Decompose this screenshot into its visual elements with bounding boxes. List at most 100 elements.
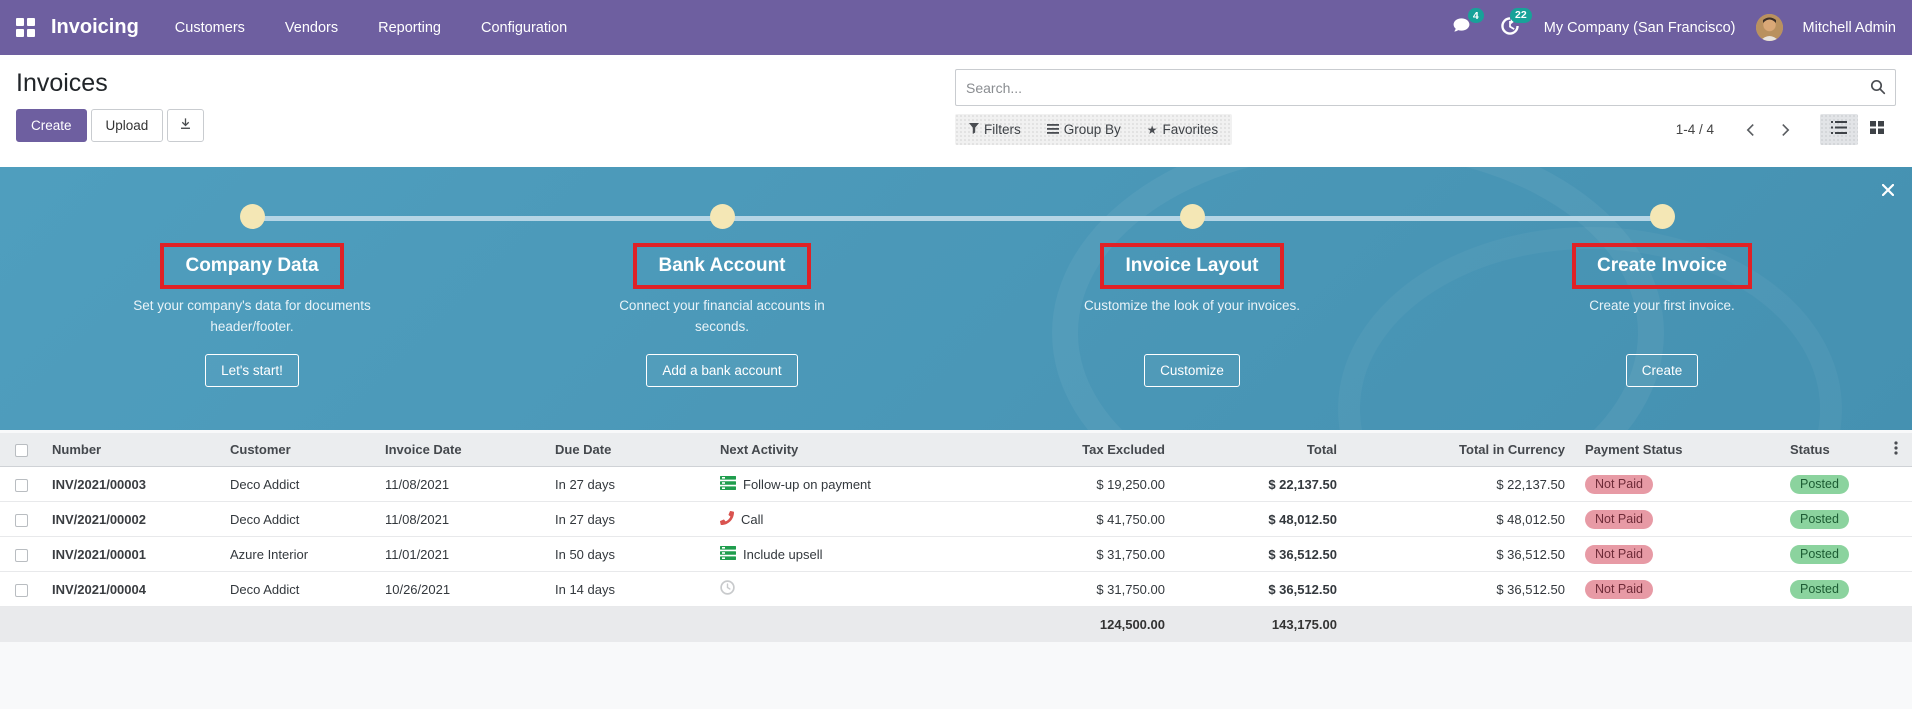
top-navbar: Invoicing Customers Vendors Reporting Confi… <box>0 0 1912 55</box>
step-action-button[interactable]: Customize <box>1144 354 1240 387</box>
vertical-dots-icon <box>1894 441 1898 458</box>
filters-button[interactable]: Filters <box>969 122 1021 137</box>
cell-tax-excluded: $ 31,750.00 <box>990 536 1175 572</box>
cell-next-activity: Call <box>710 501 990 537</box>
menu-configuration[interactable]: Configuration <box>479 14 569 42</box>
totals-row: 124,500.00 143,175.00 <box>0 606 1912 642</box>
app-name[interactable]: Invoicing <box>51 16 139 39</box>
status-badge: Posted <box>1790 579 1849 599</box>
select-all-checkbox[interactable] <box>14 444 28 458</box>
row-checkbox[interactable] <box>14 513 28 527</box>
list-view-icon <box>1831 120 1847 139</box>
pager-next-button[interactable] <box>1773 119 1798 141</box>
kanban-view-icon <box>1870 120 1884 139</box>
nav-menus: Customers Vendors Reporting Configuration <box>173 14 569 42</box>
cell-status: Posted <box>1780 571 1880 607</box>
cell-total-in-currency: $ 48,012.50 <box>1347 501 1575 537</box>
payment-status-badge: Not Paid <box>1585 474 1653 494</box>
menu-vendors[interactable]: Vendors <box>283 14 340 42</box>
column-header-payment-status[interactable]: Payment Status <box>1575 433 1780 467</box>
column-header-total-in-currency[interactable]: Total in Currency <box>1347 433 1575 467</box>
table-row[interactable]: INV/2021/00004 Deco Addict 10/26/2021 In 14… <box>0 571 1912 607</box>
cell-next-activity: Follow-up on payment <box>710 466 990 502</box>
activities-button[interactable]: 22 <box>1496 7 1532 44</box>
cell-customer: Azure Interior <box>220 536 375 572</box>
step-dot-icon <box>1179 204 1205 229</box>
favorites-button[interactable]: ★ Favorites <box>1147 122 1218 137</box>
step-dot-icon <box>239 204 265 229</box>
cell-number: INV/2021/00003 <box>42 466 220 502</box>
table-row[interactable]: INV/2021/00003 Deco Addict 11/08/2021 In 27… <box>0 466 1912 502</box>
user-avatar[interactable] <box>1755 14 1783 41</box>
search-icon[interactable] <box>1870 79 1886 100</box>
cell-invoice-date: 11/08/2021 <box>375 466 545 502</box>
phone-icon[interactable] <box>719 510 734 528</box>
menu-customers[interactable]: Customers <box>173 14 247 42</box>
cell-payment-status: Not Paid <box>1575 501 1780 537</box>
column-header-due-date[interactable]: Due Date <box>545 433 710 467</box>
cell-due-date: In 27 days <box>545 466 710 502</box>
status-badge: Posted <box>1790 544 1849 564</box>
create-button[interactable]: Create <box>16 109 87 142</box>
company-switcher[interactable]: My Company (San Francisco) <box>1544 20 1736 36</box>
step-subtitle: Create your first invoice. <box>1589 298 1735 313</box>
pager-previous-button[interactable] <box>1738 119 1763 141</box>
cell-invoice-date: 11/08/2021 <box>375 501 545 537</box>
export-button[interactable] <box>167 109 205 142</box>
upload-button[interactable]: Upload <box>90 109 164 142</box>
status-badge: Posted <box>1790 509 1849 529</box>
annotation-red-box: Invoice Layout <box>1100 243 1284 289</box>
star-icon: ★ <box>1146 122 1158 137</box>
row-checkbox[interactable] <box>14 583 28 597</box>
step-subtitle: Customize the look of your invoices. <box>1083 298 1301 313</box>
column-header-tax-excluded[interactable]: Tax Excluded <box>990 433 1175 467</box>
chat-bubble-icon <box>1451 18 1472 39</box>
cell-customer: Deco Addict <box>220 571 375 607</box>
group-by-button[interactable]: Group By <box>1046 122 1121 137</box>
status-badge: Posted <box>1790 474 1849 494</box>
step-action-button[interactable]: Let's start! <box>205 354 299 387</box>
annotation-red-box: Bank Account <box>633 243 811 289</box>
step-action-button[interactable]: Add a bank account <box>646 354 798 387</box>
user-menu[interactable]: Mitchell Admin <box>1803 20 1896 36</box>
group-by-bars-icon <box>1046 122 1059 137</box>
row-checkbox[interactable] <box>14 548 28 562</box>
list-view-button[interactable] <box>1820 114 1858 145</box>
onboarding-step: Bank Account Connect your financial accou… <box>487 204 957 387</box>
row-checkbox[interactable] <box>14 478 28 492</box>
activity-label: Call <box>741 511 764 527</box>
search-options-bar: Filters Group By ★ Favorites <box>955 114 1233 145</box>
cell-next-activity <box>710 571 990 607</box>
cell-customer: Deco Addict <box>220 501 375 537</box>
column-header-total[interactable]: Total <box>1175 433 1347 467</box>
cell-tax-excluded: $ 31,750.00 <box>990 571 1175 607</box>
optional-columns-toggle[interactable] <box>1880 433 1912 467</box>
payment-status-badge: Not Paid <box>1585 579 1653 599</box>
cell-due-date: In 50 days <box>545 536 710 572</box>
table-row[interactable]: INV/2021/00001 Azure Interior 11/01/2021 In… <box>0 536 1912 572</box>
messages-button[interactable]: 4 <box>1447 8 1484 43</box>
totals-total: 143,175.00 <box>1175 606 1347 642</box>
search-input[interactable] <box>955 69 1896 106</box>
column-header-next-activity[interactable]: Next Activity <box>710 433 990 467</box>
table-row[interactable]: INV/2021/00002 Deco Addict 11/08/2021 In 27… <box>0 501 1912 537</box>
cell-tax-excluded: $ 19,250.00 <box>990 466 1175 502</box>
step-subtitle: Connect your financial accounts in secon… <box>619 298 825 334</box>
cell-total: $ 22,137.50 <box>1175 466 1347 502</box>
cell-total-in-currency: $ 22,137.50 <box>1347 466 1575 502</box>
step-action-button[interactable]: Create <box>1625 354 1699 387</box>
clock-icon[interactable] <box>720 580 735 598</box>
tasks-icon[interactable] <box>720 545 736 563</box>
cell-number: INV/2021/00004 <box>42 571 220 607</box>
column-header-customer[interactable]: Customer <box>220 433 375 467</box>
menu-reporting[interactable]: Reporting <box>376 14 443 42</box>
onboarding-steps: Company Data Set your company's data for … <box>0 167 1912 387</box>
column-header-status[interactable]: Status <box>1780 433 1880 467</box>
apps-menu-icon[interactable] <box>16 18 35 37</box>
column-header-number[interactable]: Number <box>42 433 220 467</box>
banner-close-icon[interactable] <box>1878 179 1898 205</box>
cell-number: INV/2021/00002 <box>42 501 220 537</box>
column-header-invoice-date[interactable]: Invoice Date <box>375 433 545 467</box>
tasks-icon[interactable] <box>720 475 736 493</box>
kanban-view-button[interactable] <box>1858 114 1896 145</box>
